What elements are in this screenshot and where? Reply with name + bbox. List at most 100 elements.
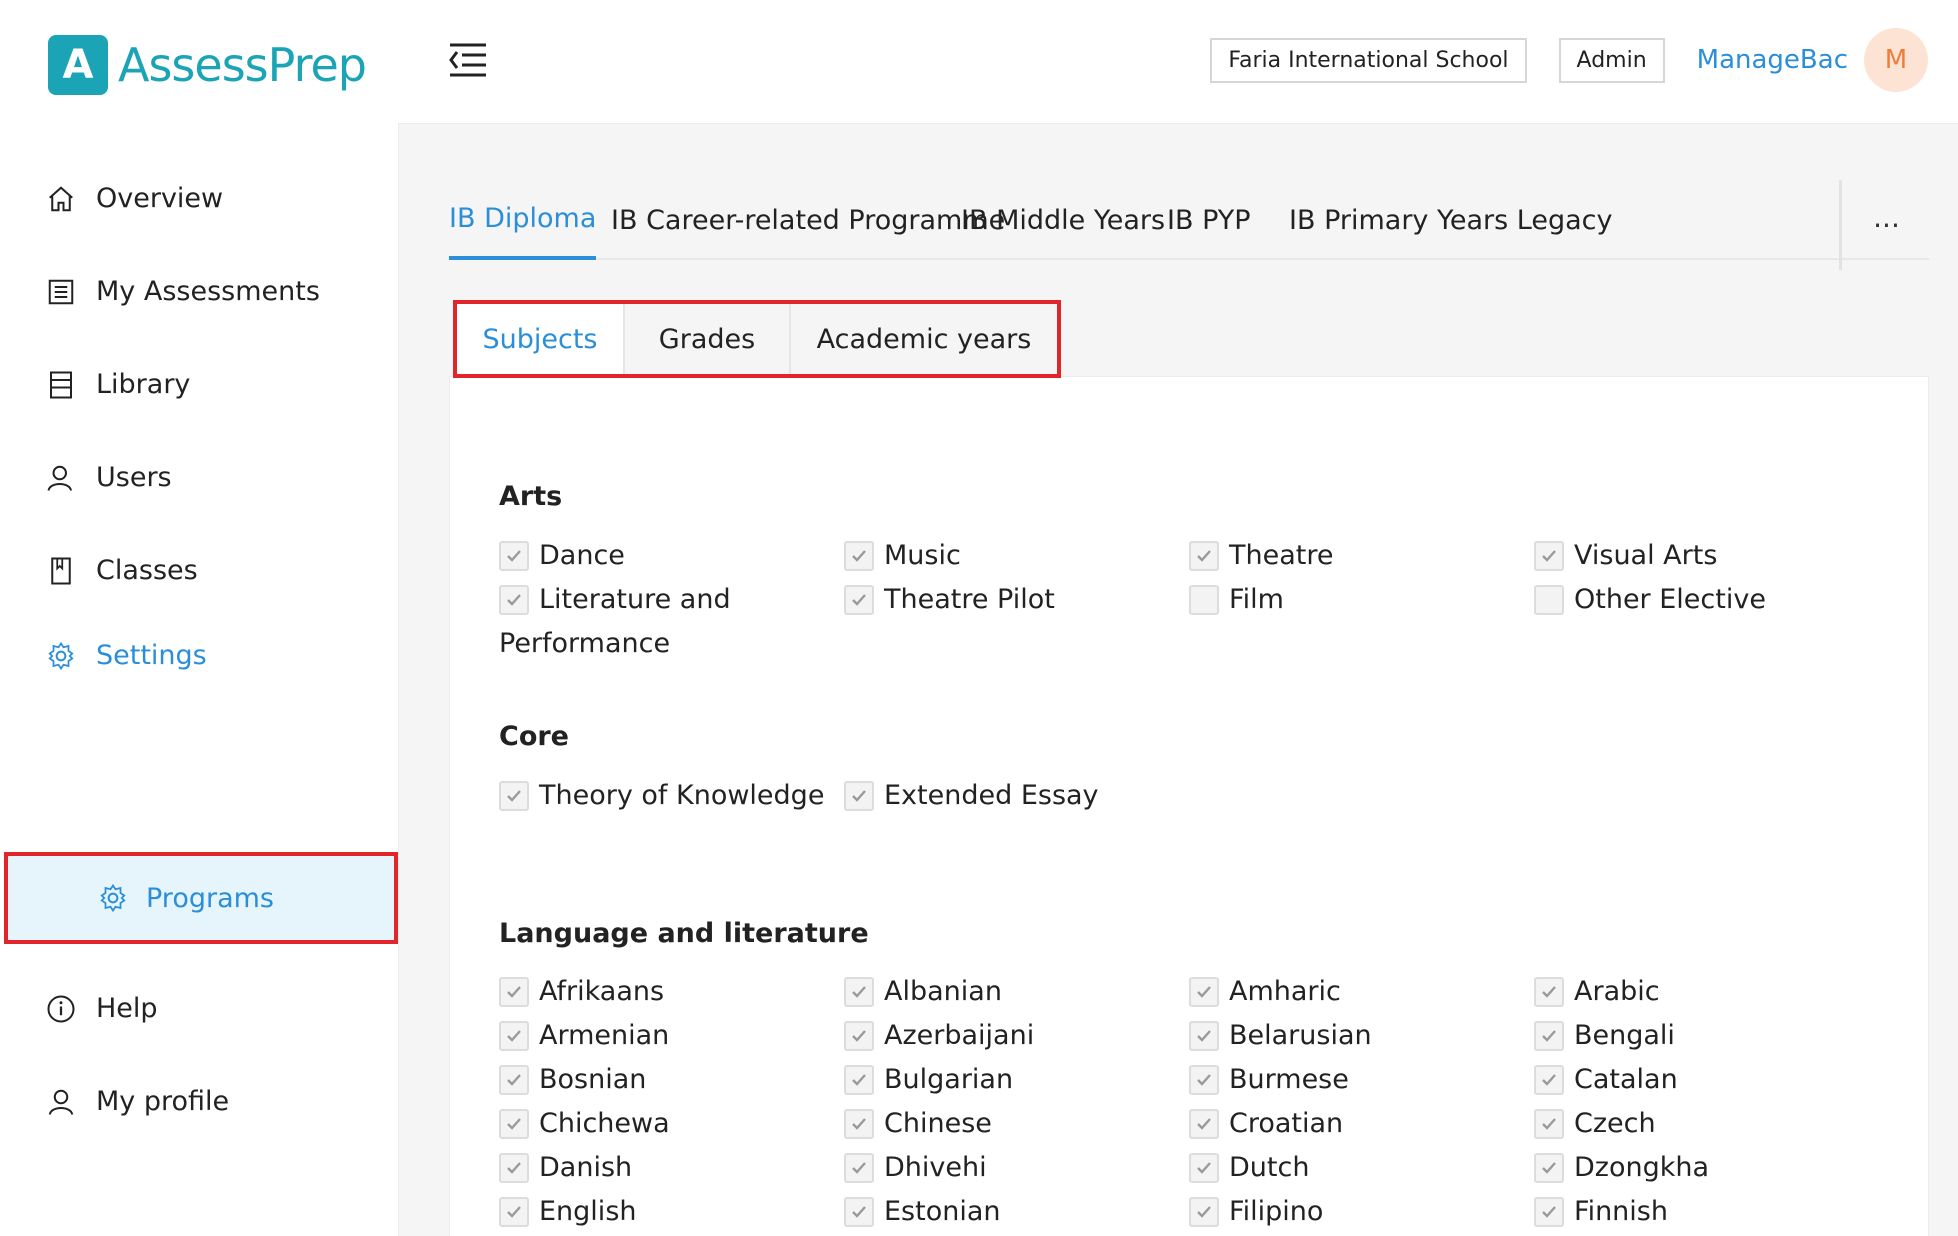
checked-checkbox-icon[interactable] <box>1189 1153 1219 1183</box>
subject-checkbox[interactable]: Arabic <box>1534 970 1879 1014</box>
checked-checkbox-icon[interactable] <box>1534 1153 1564 1183</box>
unchecked-checkbox-icon[interactable] <box>1534 585 1564 615</box>
subject-checkbox[interactable]: Literature and Performance <box>499 578 844 666</box>
subject-checkbox[interactable]: Czech <box>1534 1102 1879 1146</box>
checked-checkbox-icon[interactable] <box>1534 1065 1564 1095</box>
subject-checkbox[interactable]: Other Elective <box>1534 578 1879 622</box>
checked-checkbox-icon[interactable] <box>1189 1109 1219 1139</box>
checked-checkbox-icon[interactable] <box>844 1109 874 1139</box>
subject-checkbox[interactable]: Visual Arts <box>1534 534 1879 578</box>
checked-checkbox-icon[interactable] <box>499 585 529 615</box>
subject-checkbox[interactable]: Croatian <box>1189 1102 1534 1146</box>
subject-checkbox[interactable]: Danish <box>499 1146 844 1190</box>
settings-subtabs: Subjects Grades Academic years <box>453 300 1061 378</box>
subject-checkbox[interactable]: English <box>499 1190 844 1234</box>
avatar[interactable]: M <box>1864 28 1928 92</box>
sidebar-item-help[interactable]: Help <box>46 993 158 1024</box>
subject-checkbox[interactable]: Theatre <box>1189 534 1534 578</box>
subject-checkbox[interactable]: Extended Essay <box>844 774 1189 818</box>
more-tabs-button[interactable]: ··· <box>1839 180 1931 270</box>
sidebar-item-overview[interactable]: Overview <box>46 183 223 214</box>
subject-checkbox[interactable]: Catalan <box>1534 1058 1879 1102</box>
tab-ib-career-related[interactable]: IB Career-related Programme <box>611 180 1005 260</box>
checked-checkbox-icon[interactable] <box>1534 1021 1564 1051</box>
checked-checkbox-icon[interactable] <box>844 1021 874 1051</box>
sidebar-item-settings[interactable]: Settings <box>46 640 207 671</box>
tab-grades[interactable]: Grades <box>625 304 791 374</box>
managebac-link[interactable]: ManageBac <box>1697 45 1848 75</box>
tab-ib-pyp[interactable]: IB PYP <box>1167 180 1251 260</box>
checked-checkbox-icon[interactable] <box>844 977 874 1007</box>
subject-checkbox[interactable]: Burmese <box>1189 1058 1534 1102</box>
checked-checkbox-icon[interactable] <box>499 781 529 811</box>
sidebar-item-library[interactable]: Library <box>46 369 190 400</box>
subject-checkbox[interactable]: Amharic <box>1189 970 1534 1014</box>
app-logo[interactable]: A AssessPrep <box>48 35 367 95</box>
role-button[interactable]: Admin <box>1558 37 1665 83</box>
sidebar-item-my-profile[interactable]: My profile <box>46 1086 229 1117</box>
checked-checkbox-icon[interactable] <box>499 1153 529 1183</box>
subject-checkbox[interactable]: Dutch <box>1189 1146 1534 1190</box>
checked-checkbox-icon[interactable] <box>1534 1109 1564 1139</box>
checked-checkbox-icon[interactable] <box>499 1109 529 1139</box>
checked-checkbox-icon[interactable] <box>1534 541 1564 571</box>
school-selector-button[interactable]: Faria International School <box>1210 37 1527 83</box>
subject-checkbox[interactable]: Armenian <box>499 1014 844 1058</box>
subject-checkbox[interactable]: Dhivehi <box>844 1146 1189 1190</box>
subject-checkbox[interactable]: Chichewa <box>499 1102 844 1146</box>
subject-checkbox[interactable]: Albanian <box>844 970 1189 1014</box>
subject-checkbox[interactable]: Belarusian <box>1189 1014 1534 1058</box>
sidebar-item-my-assessments[interactable]: My Assessments <box>46 276 320 307</box>
sidebar: Overview My Assessments Library Users Cl… <box>0 123 398 1236</box>
checked-checkbox-icon[interactable] <box>499 1021 529 1051</box>
tab-subjects[interactable]: Subjects <box>457 304 625 374</box>
subject-checkbox[interactable]: Theatre Pilot <box>844 578 1189 622</box>
subject-checkbox[interactable]: Bengali <box>1534 1014 1879 1058</box>
checked-checkbox-icon[interactable] <box>844 1153 874 1183</box>
checked-checkbox-icon[interactable] <box>844 585 874 615</box>
subject-label: Dance <box>539 540 625 571</box>
checked-checkbox-icon[interactable] <box>844 1065 874 1095</box>
subject-checkbox[interactable]: Dance <box>499 534 844 578</box>
checkbox-row: Chichewa Chinese Croatian Czech <box>499 1102 1899 1146</box>
checked-checkbox-icon[interactable] <box>499 541 529 571</box>
sidebar-item-users[interactable]: Users <box>46 462 172 493</box>
checked-checkbox-icon[interactable] <box>1189 1021 1219 1051</box>
users-icon <box>47 465 72 491</box>
tab-ib-diploma[interactable]: IB Diploma <box>449 180 597 260</box>
checked-checkbox-icon[interactable] <box>1189 1197 1219 1227</box>
subject-label: Theatre <box>1229 540 1334 571</box>
menu-collapse-icon[interactable] <box>448 42 488 78</box>
checked-checkbox-icon[interactable] <box>844 541 874 571</box>
checked-checkbox-icon[interactable] <box>499 1065 529 1095</box>
checked-checkbox-icon[interactable] <box>499 1197 529 1227</box>
tab-ib-primary-years-legacy[interactable]: IB Primary Years Legacy <box>1289 180 1613 260</box>
checked-checkbox-icon[interactable] <box>499 977 529 1007</box>
checked-checkbox-icon[interactable] <box>1534 977 1564 1007</box>
subject-label: Afrikaans <box>539 976 665 1007</box>
subject-checkbox[interactable]: Chinese <box>844 1102 1189 1146</box>
subject-label: Belarusian <box>1229 1020 1372 1051</box>
tab-academic-years[interactable]: Academic years <box>791 304 1057 374</box>
subject-checkbox[interactable]: Estonian <box>844 1190 1189 1234</box>
subject-checkbox[interactable]: Theory of Knowledge <box>499 774 844 818</box>
subject-checkbox[interactable]: Bulgarian <box>844 1058 1189 1102</box>
sidebar-item-classes[interactable]: Classes <box>46 555 198 586</box>
checked-checkbox-icon[interactable] <box>844 1197 874 1227</box>
checked-checkbox-icon[interactable] <box>1189 541 1219 571</box>
subject-checkbox[interactable]: Afrikaans <box>499 970 844 1014</box>
subject-checkbox[interactable]: Azerbaijani <box>844 1014 1189 1058</box>
unchecked-checkbox-icon[interactable] <box>1189 585 1219 615</box>
subject-checkbox[interactable]: Music <box>844 534 1189 578</box>
checked-checkbox-icon[interactable] <box>1534 1197 1564 1227</box>
subject-checkbox[interactable]: Bosnian <box>499 1058 844 1102</box>
sidebar-subitem-programs[interactable]: Programs <box>4 852 398 944</box>
checked-checkbox-icon[interactable] <box>844 781 874 811</box>
subject-checkbox[interactable]: Film <box>1189 578 1534 622</box>
tab-ib-middle-years[interactable]: IB Middle Years <box>961 180 1165 260</box>
subject-checkbox[interactable]: Dzongkha <box>1534 1146 1879 1190</box>
subject-checkbox[interactable]: Finnish <box>1534 1190 1879 1234</box>
checked-checkbox-icon[interactable] <box>1189 1065 1219 1095</box>
subject-checkbox[interactable]: Filipino <box>1189 1190 1534 1234</box>
checked-checkbox-icon[interactable] <box>1189 977 1219 1007</box>
